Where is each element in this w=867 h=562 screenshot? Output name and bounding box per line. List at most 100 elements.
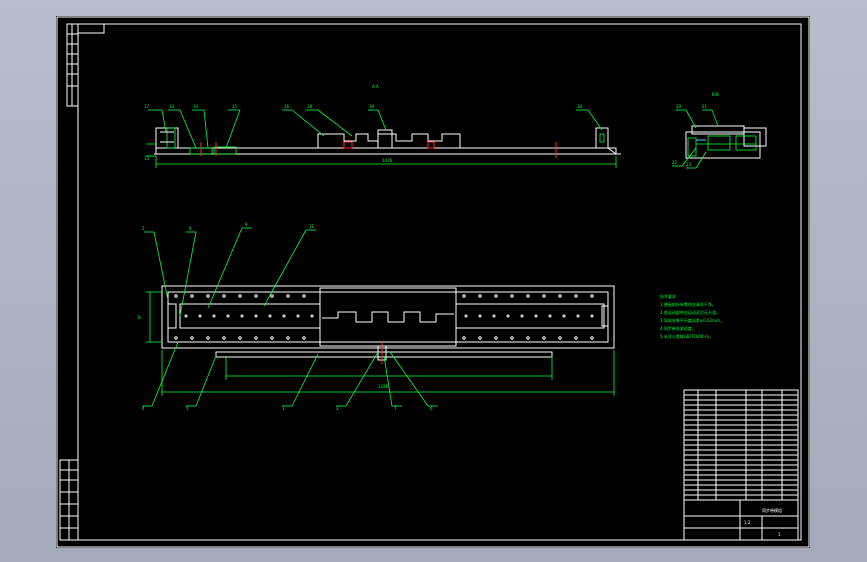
left-motor-mount bbox=[166, 127, 176, 149]
callout-7: 7 bbox=[394, 406, 397, 411]
callout-14: 14 bbox=[193, 104, 199, 109]
mounting-hole bbox=[286, 294, 290, 298]
callout-2: 2 bbox=[142, 226, 145, 231]
callout-16: 16 bbox=[284, 104, 290, 109]
mounting-hole bbox=[286, 336, 290, 340]
mounting-hole bbox=[296, 314, 300, 318]
mounting-hole bbox=[590, 294, 594, 298]
mounting-hole bbox=[520, 314, 524, 318]
mounting-hole bbox=[526, 336, 530, 340]
right-end-block bbox=[595, 127, 609, 149]
mounting-hole bbox=[254, 336, 258, 340]
mounting-hole bbox=[174, 294, 178, 298]
plan-length-label: 1426 bbox=[378, 384, 389, 389]
bom-table bbox=[684, 394, 798, 496]
drawing-canvas: A-A 1426 17 13 14 15 16 18 19 10 13 B-B … bbox=[56, 16, 810, 548]
mounting-hole bbox=[526, 294, 530, 298]
callout-5: 5 bbox=[186, 406, 189, 411]
callout-6: 6 bbox=[430, 406, 433, 411]
callout-13a: 13 bbox=[169, 104, 175, 109]
section-label-bb: B-B bbox=[712, 92, 719, 97]
mounting-hole bbox=[542, 294, 546, 298]
rail-right bbox=[455, 303, 605, 329]
mounting-hole bbox=[212, 314, 216, 318]
callout-17: 17 bbox=[144, 104, 150, 109]
end-cap-right bbox=[601, 305, 609, 327]
tech-note-line-1: 1.装配前所有零件应清洗干净。 bbox=[660, 301, 716, 307]
side-motor bbox=[743, 127, 767, 147]
mounting-hole bbox=[576, 314, 580, 318]
mounting-hole bbox=[574, 294, 578, 298]
mounting-hole bbox=[510, 336, 514, 340]
mounting-hole bbox=[190, 336, 194, 340]
mounting-hole bbox=[238, 336, 242, 340]
drawing-scale: 1:2 bbox=[744, 520, 751, 525]
outer-frame bbox=[56, 16, 810, 548]
mounting-hole bbox=[254, 314, 258, 318]
mounting-hole bbox=[270, 294, 274, 298]
mounting-hole bbox=[462, 294, 466, 298]
tech-note-line-5: 5.未注公差按GB/T1804-m。 bbox=[660, 333, 713, 339]
mounting-hole bbox=[478, 294, 482, 298]
callout-19: 19 bbox=[369, 104, 375, 109]
mounting-hole bbox=[492, 314, 496, 318]
plan-view: B 1426 2 8 9 11 4 5 1 3 7 6 bbox=[138, 222, 615, 411]
mounting-hole bbox=[462, 336, 466, 340]
mounting-hole bbox=[206, 294, 210, 298]
mounting-holes bbox=[174, 294, 594, 340]
mounting-hole bbox=[574, 336, 578, 340]
callout-9: 9 bbox=[245, 222, 248, 227]
mounting-hole bbox=[254, 294, 258, 298]
technical-notes: 技术要求 1.装配前所有零件应清洗干净。 2.各运动部件应运动灵活无卡滞。 3.… bbox=[660, 293, 724, 339]
callout-3: 3 bbox=[336, 406, 339, 411]
mounting-hole bbox=[270, 336, 274, 340]
callout-1: 1 bbox=[282, 406, 285, 411]
title-block: 同步带模组 1:2 1 bbox=[683, 389, 799, 541]
end-cap-left bbox=[167, 303, 177, 329]
mounting-hole bbox=[548, 314, 552, 318]
callout-18: 18 bbox=[307, 104, 313, 109]
tech-note-line-3: 3.导轨安装平行度误差≤0.02mm。 bbox=[660, 317, 724, 323]
mounting-hole bbox=[268, 314, 272, 318]
callout-11: 11 bbox=[309, 224, 315, 229]
mounting-hole bbox=[590, 314, 594, 318]
section-label-aa: A-A bbox=[372, 84, 379, 89]
sheet-number: 1 bbox=[778, 532, 781, 537]
mounting-hole bbox=[478, 336, 482, 340]
left-strip-top bbox=[66, 23, 79, 107]
mounting-hole bbox=[558, 294, 562, 298]
mounting-hole bbox=[542, 336, 546, 340]
mounting-hole bbox=[174, 336, 178, 340]
drawing-name: 同步带模组 bbox=[762, 507, 782, 513]
drawing-sheet: A-A 1426 17 13 14 15 16 18 19 10 13 B-B … bbox=[56, 16, 810, 548]
callout-10: 10 bbox=[577, 104, 583, 109]
mounting-hole bbox=[184, 314, 188, 318]
front-section-view: A-A 1426 17 13 14 15 16 18 19 10 13 bbox=[144, 84, 621, 168]
base-plate bbox=[155, 147, 617, 155]
callout-8: 8 bbox=[189, 226, 192, 231]
mounting-hole bbox=[494, 336, 498, 340]
mounting-hole bbox=[310, 314, 314, 318]
mounting-hole bbox=[506, 314, 510, 318]
mounting-hole bbox=[494, 294, 498, 298]
rail-section bbox=[707, 135, 731, 151]
mounting-hole bbox=[222, 294, 226, 298]
callout-20: 20 bbox=[676, 104, 682, 109]
mounting-hole bbox=[206, 336, 210, 340]
code-box bbox=[77, 23, 105, 34]
callout-4: 4 bbox=[142, 406, 145, 411]
tech-note-line-2: 2.各运动部件应运动灵活无卡滞。 bbox=[660, 309, 720, 315]
mounting-hole bbox=[282, 314, 286, 318]
mounting-hole bbox=[190, 294, 194, 298]
side-section-view: B-B 20 21 22 23 bbox=[672, 92, 767, 169]
callout-22: 22 bbox=[672, 160, 678, 165]
callout-23: 23 bbox=[686, 162, 692, 167]
top-length-label: 1426 bbox=[382, 158, 393, 163]
cad-viewport: A-A 1426 17 13 14 15 16 18 19 10 13 B-B … bbox=[0, 0, 867, 562]
mounting-hole bbox=[464, 314, 468, 318]
callout-13b: 13 bbox=[144, 156, 150, 161]
mounting-hole bbox=[240, 314, 244, 318]
mounting-hole bbox=[562, 314, 566, 318]
left-strip-bottom bbox=[59, 459, 79, 541]
callout-15: 15 bbox=[232, 104, 238, 109]
